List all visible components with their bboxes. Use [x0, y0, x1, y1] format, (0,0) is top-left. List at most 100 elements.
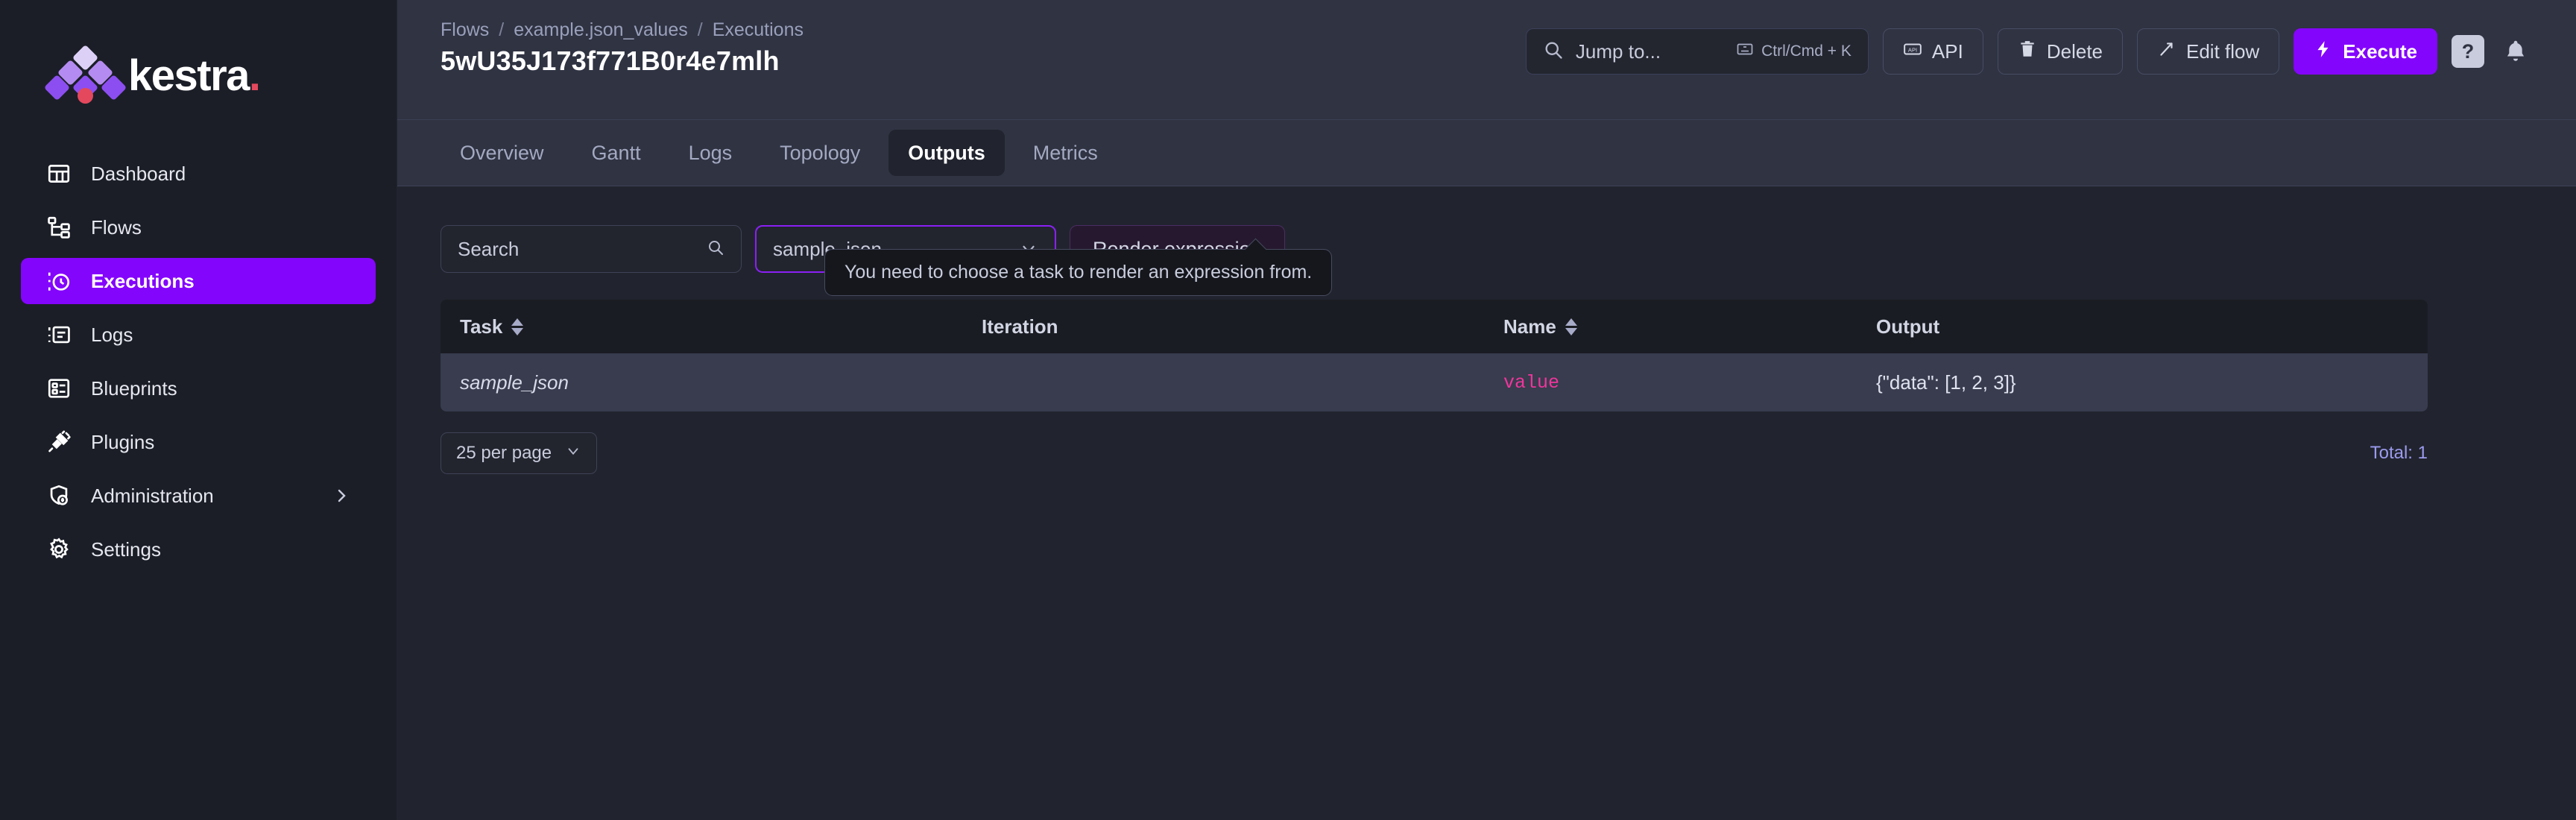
delete-button[interactable]: Delete — [1997, 28, 2123, 75]
column-header-task[interactable]: Task — [441, 315, 962, 338]
sidebar-item-plugins[interactable]: Plugins — [21, 419, 376, 465]
table-row[interactable]: sample_json value {"data": [1, 2, 3]} — [441, 353, 2428, 411]
api-icon: API — [1903, 40, 1922, 64]
settings-icon — [46, 537, 72, 562]
cell-output: {"data": [1, 2, 3]} — [1876, 370, 2016, 394]
sidebar-item-label: Logs — [91, 323, 133, 346]
column-header-label: Task — [460, 315, 503, 338]
api-button[interactable]: API API — [1882, 28, 1983, 75]
sidebar-nav: Dashboard Flows Executions Logs Blueprin… — [0, 151, 397, 573]
jump-to-search[interactable]: Jump to... Ctrl/Cmd + K — [1525, 28, 1869, 75]
tab-logs[interactable]: Logs — [669, 130, 752, 176]
help-label: ? — [2461, 40, 2475, 63]
jump-to-placeholder: Jump to... — [1575, 40, 1661, 63]
administration-icon — [46, 483, 72, 508]
help-icon[interactable]: ? — [2452, 35, 2484, 68]
column-header-label: Name — [1503, 315, 1556, 338]
tab-label: Outputs — [908, 141, 985, 164]
keyboard-icon — [1736, 40, 1754, 63]
search-icon — [707, 239, 724, 260]
jump-to-shortcut-label: Ctrl/Cmd + K — [1761, 42, 1852, 60]
dashboard-icon — [46, 161, 72, 186]
pagination-row: 25 per page Total: 1 — [441, 432, 2428, 474]
total-count: Total: 1 — [2370, 443, 2428, 463]
tab-label: Logs — [688, 141, 733, 164]
logs-icon — [46, 322, 72, 347]
per-page-select[interactable]: 25 per page — [441, 432, 598, 474]
column-header-name[interactable]: Name — [1484, 315, 1857, 338]
api-button-label: API — [1931, 40, 1963, 63]
tab-label: Overview — [460, 141, 544, 164]
kestra-logo-icon — [43, 44, 127, 105]
bell-icon[interactable] — [2498, 34, 2533, 69]
header-actions: Jump to... Ctrl/Cmd + K API API Delete E… — [1525, 16, 2533, 75]
edit-flow-button[interactable]: Edit flow — [2137, 28, 2280, 75]
sidebar-item-logs[interactable]: Logs — [21, 312, 376, 358]
sidebar-item-label: Plugins — [91, 430, 155, 453]
trash-icon — [2018, 40, 2037, 64]
column-header-label: Output — [1876, 315, 1940, 338]
breadcrumb-item-flows[interactable]: Flows — [441, 19, 489, 41]
sidebar-item-administration[interactable]: Administration — [21, 473, 376, 519]
column-header-iteration: Iteration — [962, 315, 1484, 338]
cell-name: value — [1503, 371, 1560, 394]
sidebar-item-label: Settings — [91, 537, 161, 561]
sidebar: kestra. Dashboard Flows Executions Logs … — [0, 0, 397, 820]
flows-icon — [46, 215, 72, 240]
table-header-row: Task Iteration Name Output — [441, 300, 2428, 353]
sidebar-item-settings[interactable]: Settings — [21, 526, 376, 573]
tab-gantt[interactable]: Gantt — [572, 130, 660, 176]
filters-row: Search sample_json Render expression — [441, 225, 2533, 273]
tab-label: Metrics — [1032, 141, 1098, 164]
pencil-icon — [2157, 40, 2176, 64]
tab-label: Topology — [780, 141, 861, 164]
execute-button-label: Execute — [2343, 40, 2417, 63]
plugins-icon — [46, 429, 72, 455]
sort-icon[interactable] — [1565, 318, 1577, 335]
breadcrumb-item-flow[interactable]: example.json_values — [514, 19, 687, 41]
chevron-right-icon — [332, 487, 350, 505]
column-header-output: Output — [1857, 315, 2428, 338]
brand-logo[interactable]: kestra. — [0, 44, 397, 106]
breadcrumb-separator: / — [499, 19, 505, 40]
sort-icon[interactable] — [511, 318, 524, 335]
render-expression-tooltip: You need to choose a task to render an e… — [824, 249, 1333, 296]
tab-bar: Overview Gantt Logs Topology Outputs Met… — [397, 119, 2576, 186]
search-icon — [1543, 40, 1564, 64]
sidebar-item-executions[interactable]: Executions — [21, 258, 376, 304]
tooltip-text: You need to choose a task to render an e… — [845, 262, 1313, 283]
blueprints-icon — [46, 376, 72, 401]
per-page-label: 25 per page — [456, 443, 552, 463]
search-placeholder: Search — [458, 237, 520, 260]
breadcrumb: Flows / example.json_values / Executions — [441, 19, 804, 41]
executions-icon — [46, 268, 72, 294]
app-root: kestra. Dashboard Flows Executions Logs … — [0, 0, 2576, 820]
tab-metrics[interactable]: Metrics — [1014, 130, 1117, 176]
sidebar-item-dashboard[interactable]: Dashboard — [21, 151, 376, 197]
svg-text:API: API — [1908, 46, 1917, 53]
sidebar-item-label: Flows — [91, 215, 142, 239]
top-header: Flows / example.json_values / Executions… — [397, 0, 2576, 119]
jump-to-shortcut: Ctrl/Cmd + K — [1736, 40, 1852, 63]
execute-button[interactable]: Execute — [2294, 28, 2437, 75]
tab-label: Gantt — [591, 141, 641, 164]
tab-outputs[interactable]: Outputs — [888, 130, 1005, 176]
breadcrumb-item-executions[interactable]: Executions — [713, 19, 804, 41]
sidebar-item-flows[interactable]: Flows — [21, 204, 376, 250]
bolt-icon — [2314, 40, 2333, 64]
sidebar-item-label: Executions — [91, 269, 195, 292]
sidebar-item-label: Blueprints — [91, 376, 177, 400]
tab-topology[interactable]: Topology — [760, 130, 880, 176]
sidebar-item-blueprints[interactable]: Blueprints — [21, 365, 376, 411]
delete-button-label: Delete — [2046, 40, 2103, 63]
sidebar-item-label: Dashboard — [91, 162, 186, 185]
chevron-down-icon — [565, 443, 581, 464]
tab-overview[interactable]: Overview — [441, 130, 564, 176]
brand-name: kestra. — [128, 51, 261, 100]
cell-task: sample_json — [460, 370, 569, 394]
edit-flow-button-label: Edit flow — [2186, 40, 2260, 63]
breadcrumb-separator: / — [697, 19, 703, 40]
search-input[interactable]: Search — [441, 225, 742, 273]
column-header-label: Iteration — [982, 315, 1058, 338]
content-area: Search sample_json Render expression — [397, 186, 2576, 820]
